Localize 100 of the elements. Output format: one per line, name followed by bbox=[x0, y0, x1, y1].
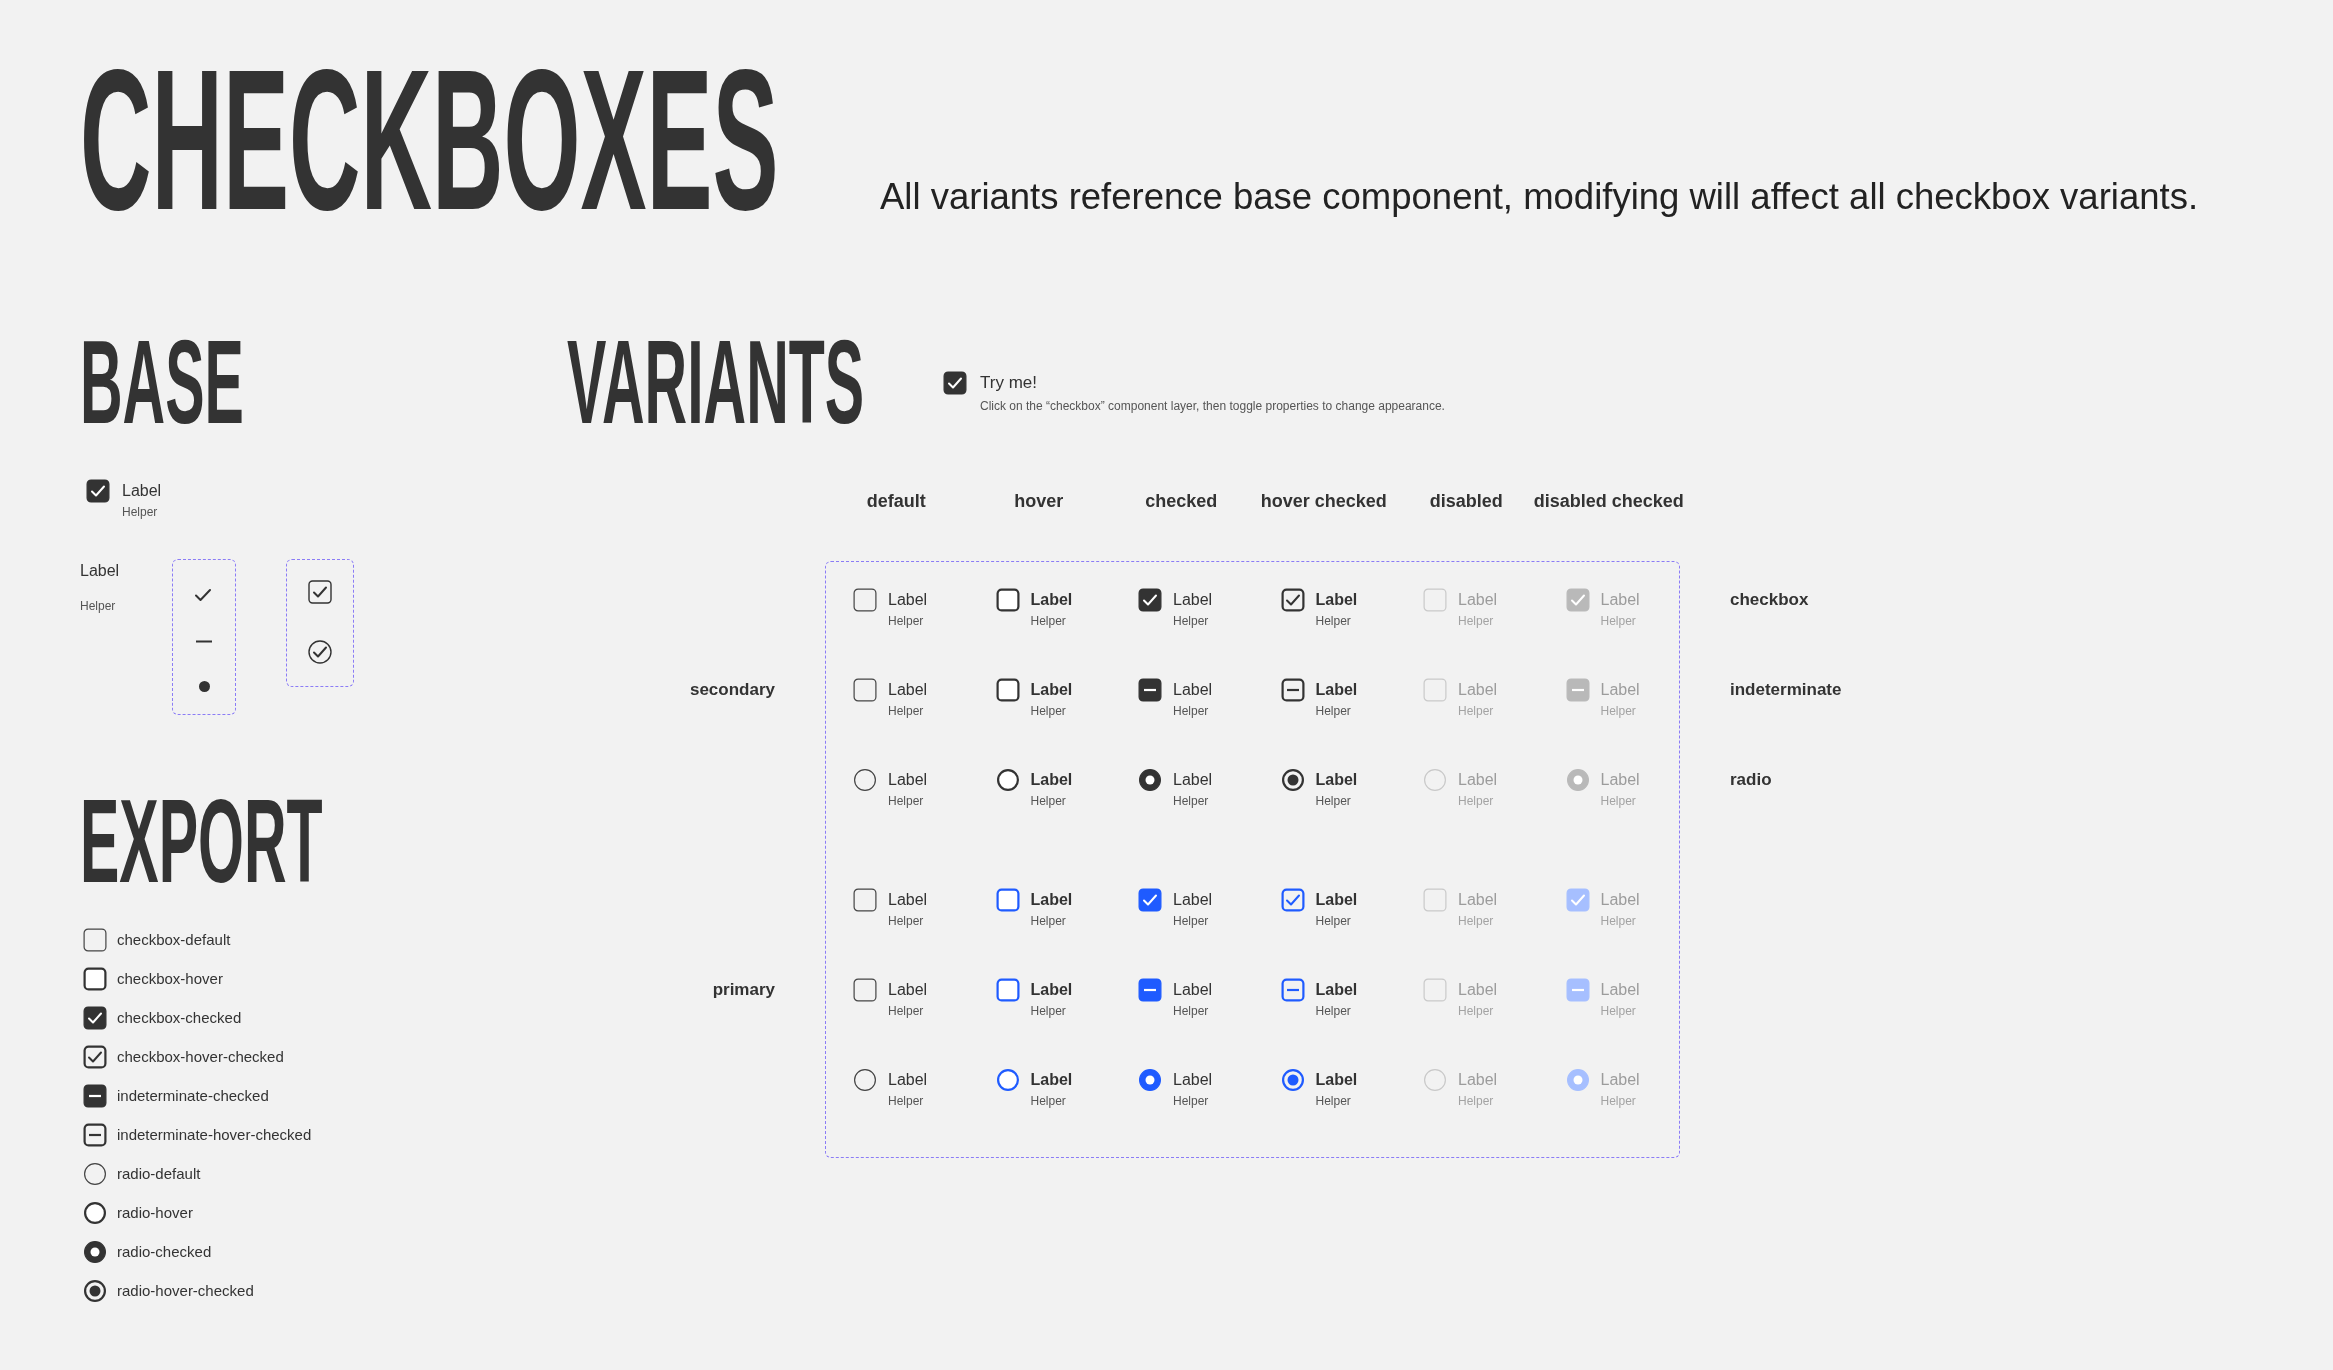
helper-text: Helper bbox=[1600, 913, 1637, 930]
helper-text: Helper bbox=[1315, 703, 1352, 720]
radio-button[interactable] bbox=[83, 1200, 107, 1225]
column-header: checked bbox=[1145, 490, 1218, 513]
option-label: Label bbox=[1173, 980, 1213, 1000]
radio-button[interactable] bbox=[853, 1068, 877, 1092]
row-label: indeterminate bbox=[1729, 679, 1842, 701]
checkbox[interactable] bbox=[853, 588, 877, 612]
option-label: Label bbox=[888, 680, 928, 700]
option-label: Label bbox=[1315, 680, 1358, 700]
helper-text: Helper bbox=[1315, 793, 1352, 810]
checkbox[interactable] bbox=[995, 978, 1020, 1002]
radio-button[interactable] bbox=[995, 1068, 1020, 1092]
radio-button[interactable] bbox=[1138, 1068, 1162, 1092]
helper-text: Helper bbox=[1600, 793, 1637, 810]
radio-button[interactable] bbox=[1138, 768, 1162, 792]
export-item-label: checkbox-hover bbox=[117, 970, 223, 987]
group-label: primary bbox=[712, 979, 776, 1001]
option-label: Label bbox=[1458, 680, 1498, 700]
helper-text: Helper bbox=[1173, 703, 1210, 720]
checkbox[interactable] bbox=[1280, 678, 1305, 702]
helper-text: Helper bbox=[1458, 1003, 1495, 1020]
dash-icon bbox=[196, 640, 212, 643]
option-label: Label bbox=[888, 770, 928, 790]
option-label: Label bbox=[888, 1070, 928, 1090]
export-item-label: checkbox-hover-checked bbox=[117, 1048, 284, 1065]
checkbox[interactable] bbox=[853, 888, 877, 912]
export-item-label: checkbox-default bbox=[117, 931, 231, 948]
checkbox[interactable] bbox=[83, 1044, 107, 1069]
radio-button[interactable] bbox=[1280, 768, 1305, 792]
helper-text: Helper bbox=[888, 613, 925, 630]
radio-button[interactable] bbox=[1280, 1068, 1305, 1092]
helper-text: Helper bbox=[1030, 703, 1067, 720]
checkbox[interactable] bbox=[995, 588, 1020, 612]
radio-button[interactable] bbox=[83, 1239, 107, 1264]
checkbox-label: Try me! bbox=[980, 372, 1038, 394]
helper-text: Helper bbox=[1030, 793, 1067, 810]
helper-text: Helper bbox=[1173, 613, 1210, 630]
option-label: Label bbox=[1600, 680, 1640, 700]
option-label: Label bbox=[1030, 680, 1073, 700]
radio-button[interactable] bbox=[853, 768, 877, 792]
helper-text: Helper bbox=[1458, 1093, 1495, 1110]
helper-text: Helper bbox=[122, 504, 159, 521]
helper-text: Helper bbox=[1458, 793, 1495, 810]
checkbox[interactable] bbox=[1138, 588, 1162, 612]
helper-text: Helper bbox=[1458, 703, 1495, 720]
option-label: Label bbox=[1600, 890, 1640, 910]
checkbox[interactable] bbox=[83, 966, 107, 991]
export-item-label: indeterminate-checked bbox=[117, 1087, 269, 1104]
checkbox[interactable] bbox=[1138, 678, 1162, 702]
checkbox-icon bbox=[308, 580, 332, 604]
radio-button[interactable] bbox=[995, 768, 1020, 792]
helper-text: Helper bbox=[1315, 913, 1352, 930]
helper-text: Helper bbox=[888, 703, 925, 720]
checkbox[interactable] bbox=[943, 371, 967, 395]
checkbox[interactable] bbox=[995, 888, 1020, 912]
option-label: Label bbox=[1173, 590, 1213, 610]
helper-text: Helper bbox=[1600, 703, 1637, 720]
option-label: Label bbox=[1458, 890, 1498, 910]
checkbox[interactable] bbox=[86, 479, 110, 503]
checkbox[interactable] bbox=[1280, 888, 1305, 912]
option-label: Label bbox=[888, 980, 928, 1000]
option-label: Label bbox=[1458, 1070, 1498, 1090]
label-text: Label bbox=[80, 561, 121, 581]
export-item-label: radio-checked bbox=[117, 1243, 212, 1260]
helper-text: Helper bbox=[1600, 613, 1637, 630]
helper-text: Helper bbox=[1600, 1093, 1637, 1110]
row-label: radio bbox=[1729, 769, 1773, 791]
radio-button[interactable] bbox=[83, 1278, 107, 1303]
export-item-label: radio-hover-checked bbox=[117, 1282, 254, 1299]
checkbox[interactable] bbox=[853, 678, 877, 702]
option-label: Label bbox=[1030, 1070, 1073, 1090]
checkbox[interactable] bbox=[83, 1083, 107, 1108]
checkbox[interactable] bbox=[1280, 978, 1305, 1002]
radio-button[interactable] bbox=[83, 1161, 107, 1186]
checkbox[interactable] bbox=[1280, 588, 1305, 612]
checkbox[interactable] bbox=[83, 927, 107, 952]
circle-check-icon bbox=[308, 640, 332, 664]
column-header: hover bbox=[1014, 490, 1064, 513]
export-item-label: indeterminate-hover-checked bbox=[117, 1126, 312, 1143]
check-icon bbox=[195, 588, 213, 602]
checkbox[interactable] bbox=[1138, 978, 1162, 1002]
helper-text: Helper bbox=[1173, 793, 1210, 810]
option-label: Label bbox=[1315, 980, 1358, 1000]
checkbox[interactable] bbox=[1138, 888, 1162, 912]
helper-text: Helper bbox=[1030, 613, 1067, 630]
helper-text: Helper bbox=[1030, 1003, 1067, 1020]
helper-text: Helper bbox=[1315, 613, 1352, 630]
row-label: checkbox bbox=[1729, 589, 1810, 611]
column-header: disabled bbox=[1429, 490, 1503, 513]
group-label: secondary bbox=[689, 679, 776, 701]
helper-text: Click on the “checkbox” component layer, then toggle properties to change appearance. bbox=[980, 399, 1445, 413]
checkbox[interactable] bbox=[83, 1005, 107, 1030]
checkbox[interactable] bbox=[853, 978, 877, 1002]
column-header: default bbox=[866, 490, 926, 513]
option-label: Label bbox=[1173, 680, 1213, 700]
helper-text: Helper bbox=[1173, 1003, 1210, 1020]
checkbox[interactable] bbox=[995, 678, 1020, 702]
checkbox[interactable] bbox=[83, 1122, 107, 1147]
helper-text: Helper bbox=[1173, 913, 1210, 930]
